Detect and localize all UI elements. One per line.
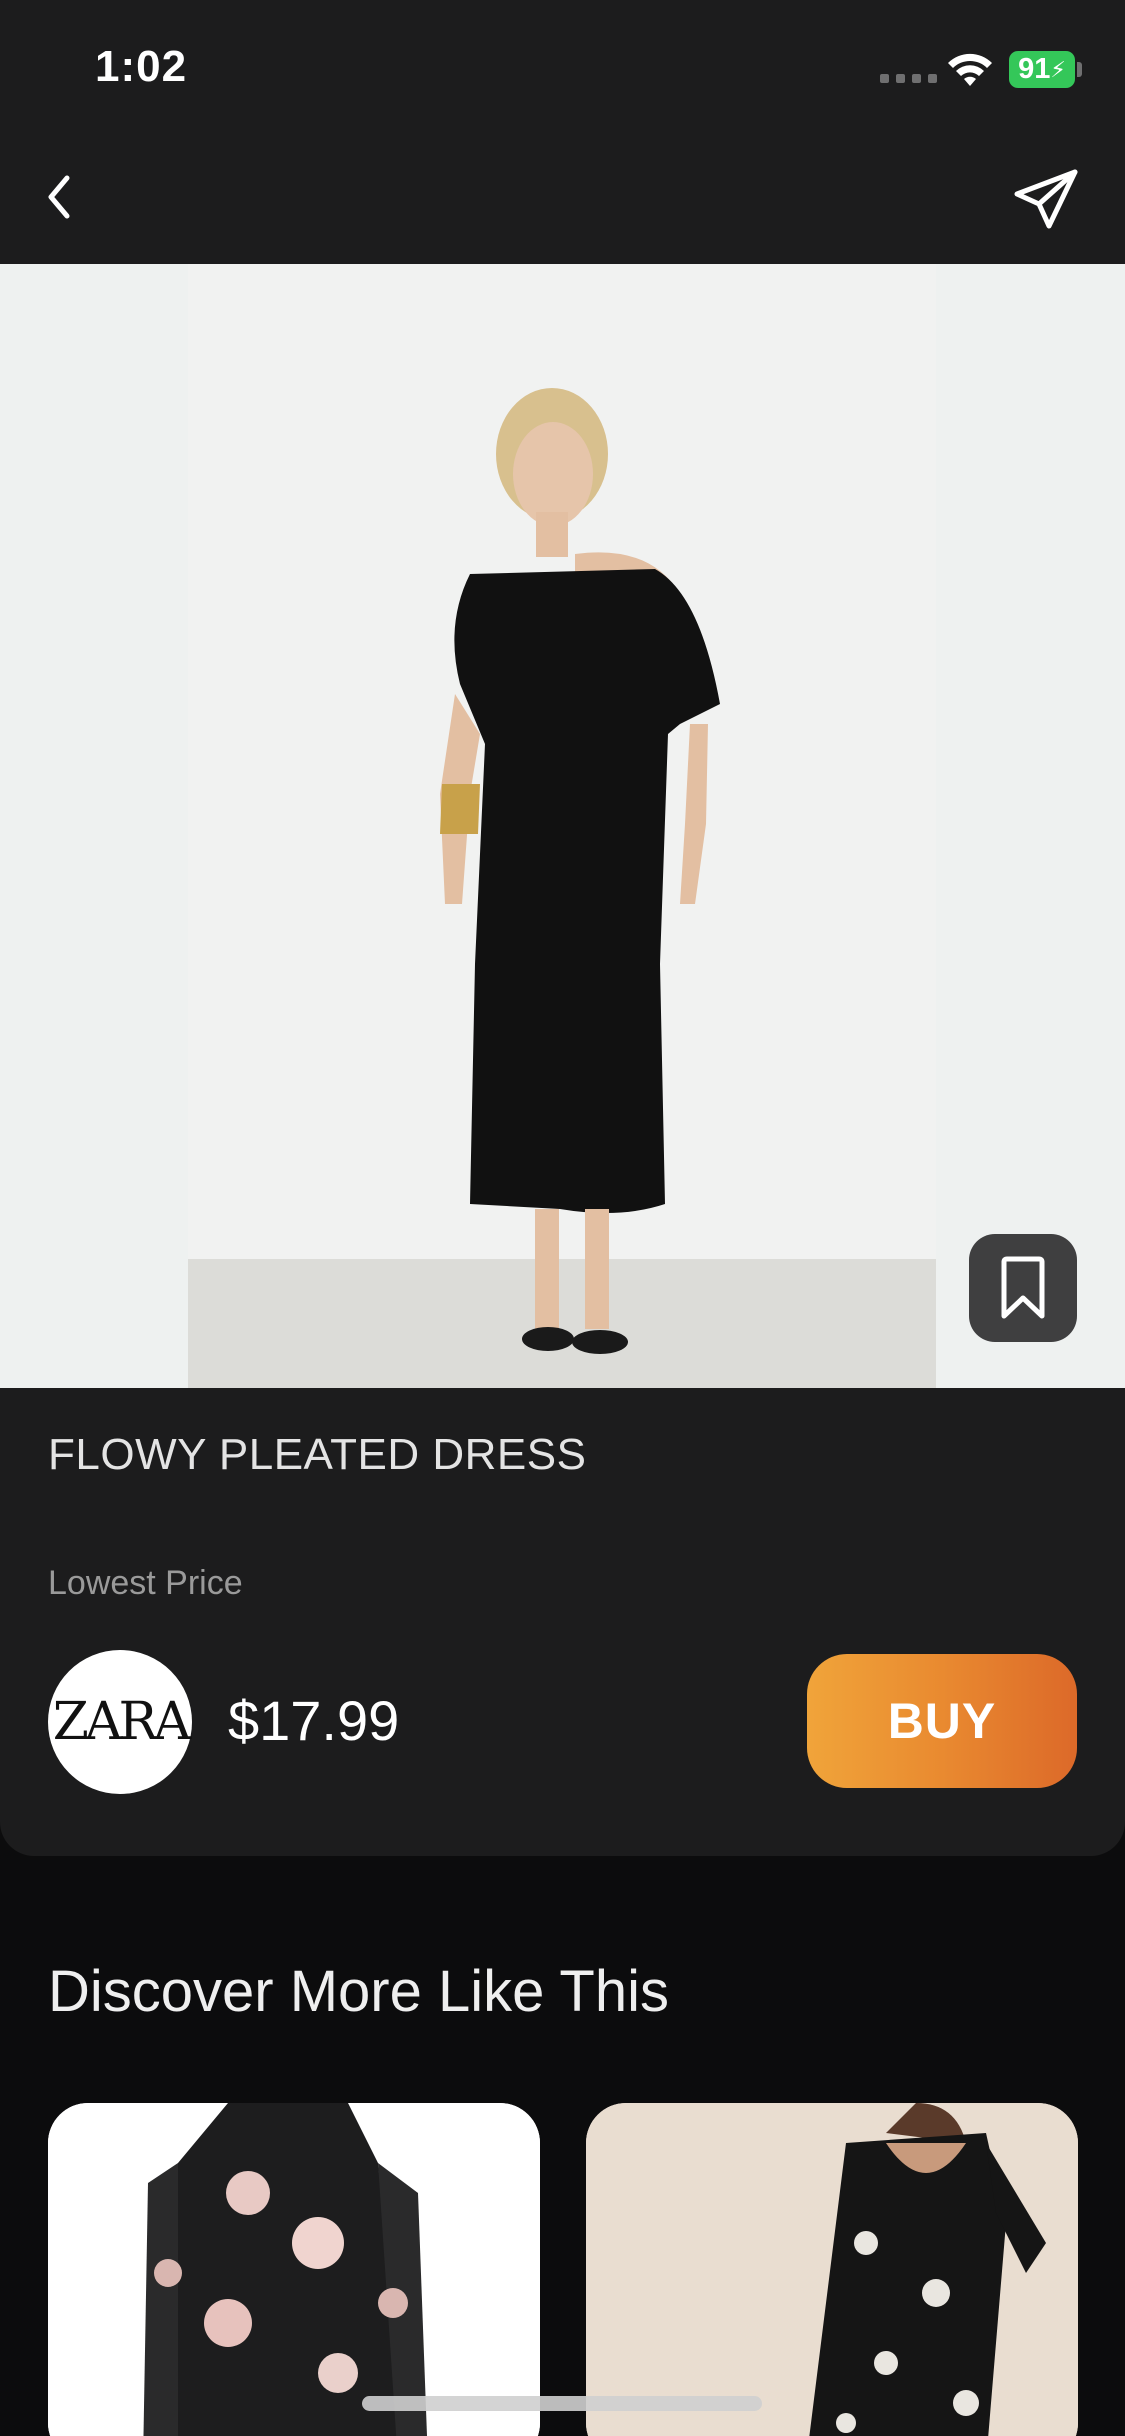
battery-icon: 91 ⚡ — [1009, 51, 1075, 88]
wifi-icon — [948, 53, 992, 86]
product-info-panel: FLOWY PLEATED DRESS Lowest Price ZARA $1… — [0, 1388, 1125, 1856]
lowest-price-label: Lowest Price — [48, 1564, 243, 1602]
battery-tip — [1077, 62, 1082, 77]
product-title: FLOWY PLEATED DRESS — [48, 1430, 587, 1479]
chevron-left-icon — [48, 175, 70, 219]
share-button[interactable] — [1005, 160, 1089, 240]
paper-plane-icon — [1014, 169, 1078, 229]
recommendation-card[interactable] — [586, 2103, 1078, 2436]
battery-level: 91 — [1018, 53, 1051, 85]
cellular-icon — [880, 74, 937, 83]
product-photo — [0, 264, 1125, 1388]
product-price: $17.99 — [228, 1689, 400, 1752]
product-image[interactable] — [0, 264, 1125, 1388]
recommendation-image — [48, 2103, 540, 2436]
home-indicator[interactable] — [362, 2396, 762, 2411]
buy-button[interactable]: BUY — [807, 1654, 1077, 1788]
bookmark-icon — [1001, 1256, 1045, 1319]
status-bar: 1:02 91 ⚡ — [0, 0, 1125, 138]
nav-bar — [0, 138, 1125, 264]
bookmark-button[interactable] — [969, 1234, 1077, 1342]
brand-logo[interactable]: ZARA — [48, 1650, 192, 1794]
product-detail-screen: 1:02 91 ⚡ FLOWY PLEATED DRESS Lowest Pri… — [0, 0, 1125, 2436]
recommendation-image — [586, 2103, 1078, 2436]
back-button[interactable] — [32, 165, 88, 229]
status-time: 1:02 — [95, 42, 188, 91]
recommendation-card[interactable] — [48, 2103, 540, 2436]
discover-section-title: Discover More Like This — [48, 1959, 670, 2024]
